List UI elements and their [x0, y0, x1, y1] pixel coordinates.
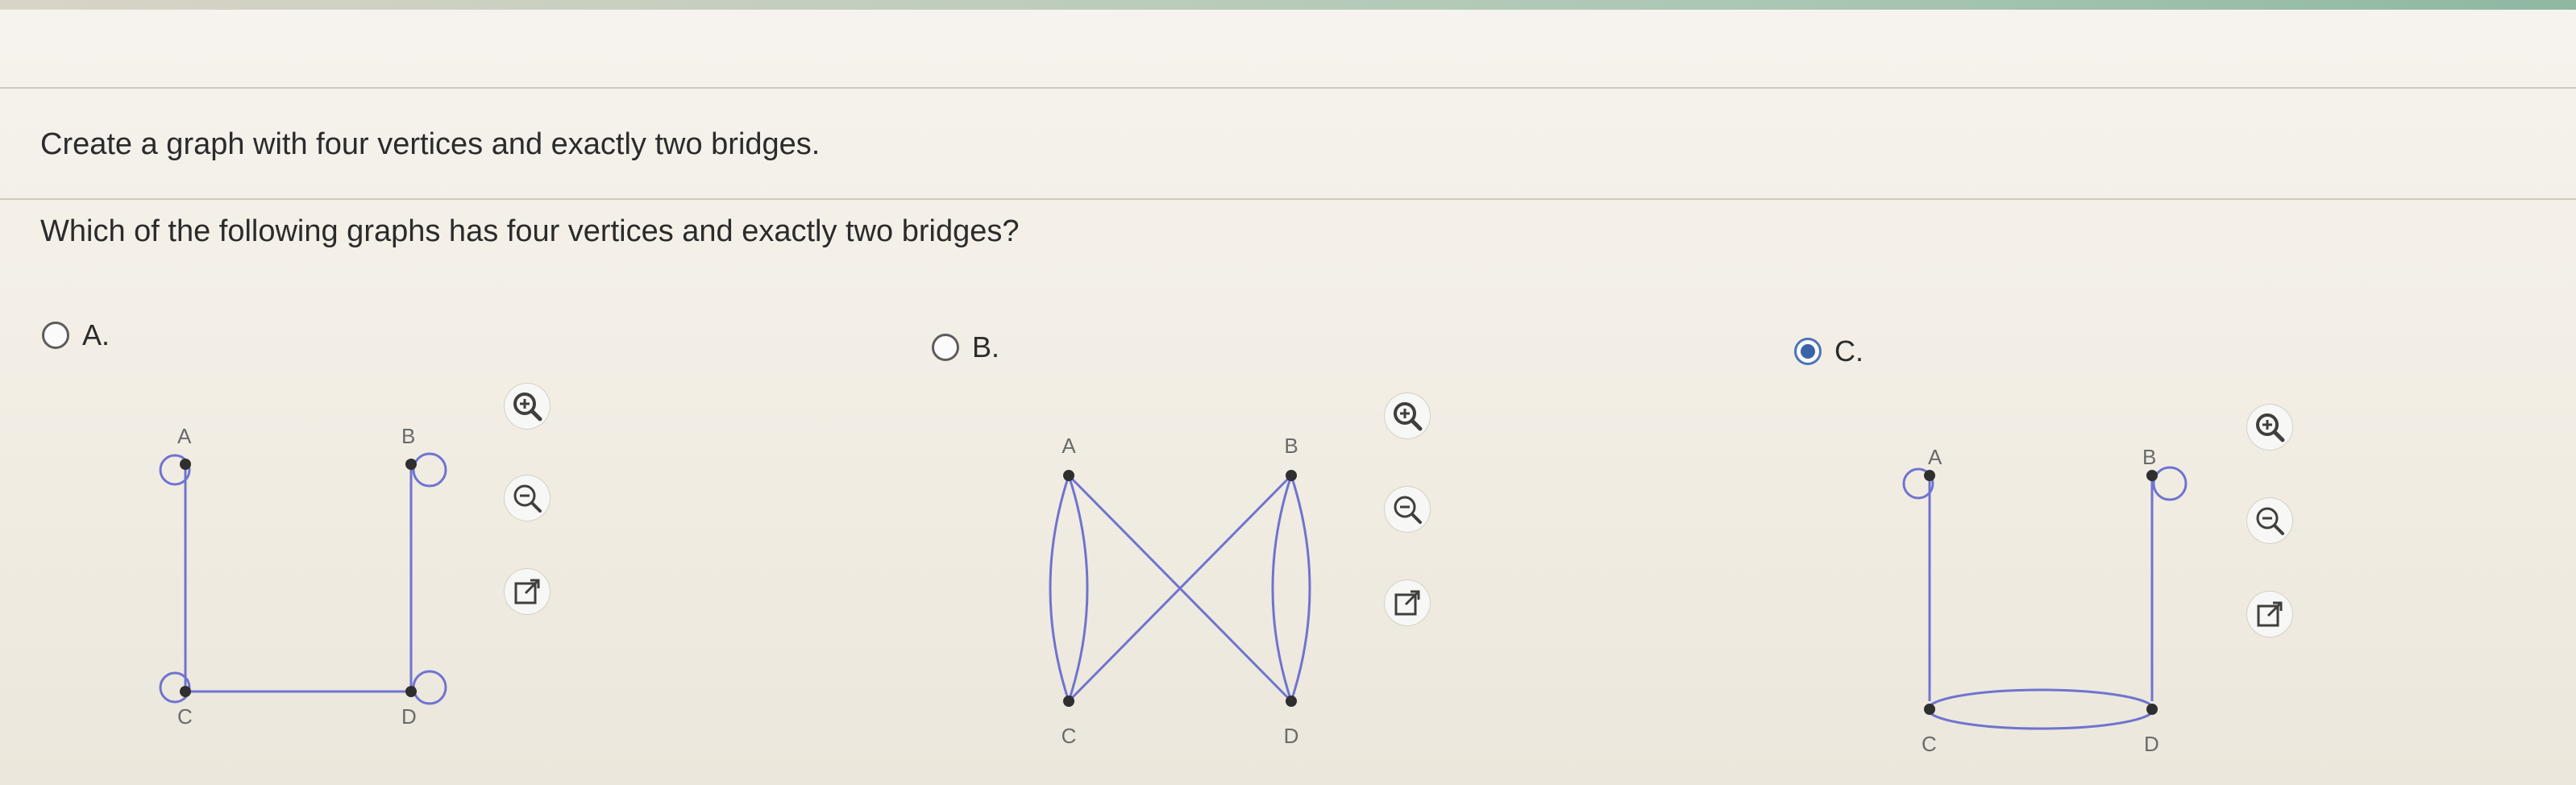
graph-c-label-c: C: [1922, 732, 1937, 756]
option-a[interactable]: A.: [42, 318, 110, 352]
option-c-popout-button[interactable]: [2247, 592, 2292, 637]
option-b-zoom-in-button[interactable]: [1385, 393, 1430, 438]
option-c-zoom-in-button[interactable]: [2247, 405, 2292, 450]
option-b-zoom-out-button[interactable]: [1385, 487, 1430, 532]
option-c-label: C.: [1834, 334, 1863, 368]
graph-a-vertex-a: [180, 459, 191, 470]
top-banner: [0, 0, 2576, 10]
graph-b-label-a: A: [1062, 434, 1076, 458]
zoom-in-icon: [513, 392, 542, 422]
option-a-radio[interactable]: [42, 322, 69, 349]
option-c-radio[interactable]: [1794, 338, 1822, 365]
graph-a-label-d: D: [401, 704, 417, 729]
divider-middle: [0, 198, 2576, 200]
graph-c-edge-cd-double: [1926, 688, 2155, 730]
graph-b-vertex-a: [1063, 470, 1074, 481]
graph-b-label-b: B: [1284, 434, 1298, 458]
option-a-zoom-out-button[interactable]: [505, 476, 550, 521]
graph-b-vertex-b: [1286, 470, 1297, 481]
graph-c-label-a: A: [1928, 445, 1942, 469]
option-a-label: A.: [82, 318, 110, 351]
graph-c: A B C D: [1902, 445, 2188, 756]
graph-c-vertex-b: [2146, 470, 2158, 481]
option-a-popout-button[interactable]: [505, 569, 550, 614]
option-b[interactable]: B.: [932, 330, 999, 364]
graph-a-label-a: A: [177, 424, 192, 448]
graph-a: A B C D: [159, 424, 447, 729]
popout-icon: [514, 579, 540, 604]
graph-b-edge-ac-1: [1049, 475, 1070, 702]
graph-b-label-c: C: [1062, 724, 1077, 748]
option-c[interactable]: C.: [1794, 334, 1863, 368]
question-title: Create a graph with four vertices and ex…: [40, 127, 821, 161]
popout-icon: [1394, 590, 1420, 616]
question-prompt: Which of the following graphs has four v…: [40, 214, 1020, 248]
graph-b-edge-bd-2: [1290, 475, 1311, 702]
option-a-zoom-in-button[interactable]: [505, 384, 550, 429]
option-c-zoom-out-button[interactable]: [2247, 498, 2292, 543]
option-b-popout-button[interactable]: [1385, 580, 1430, 625]
graph-b-edge-bd-1: [1271, 475, 1293, 702]
divider-top: [0, 87, 2576, 89]
zoom-in-icon: [2256, 413, 2285, 442]
graph-c-label-d: D: [2144, 732, 2159, 756]
graph-c-loop-b: [2152, 466, 2188, 501]
option-b-radio[interactable]: [932, 334, 959, 361]
zoom-out-icon: [2256, 507, 2284, 535]
graph-a-vertex-b: [405, 459, 417, 470]
graph-b: A B C D: [1049, 434, 1311, 748]
graph-b-vertex-d: [1286, 696, 1297, 707]
option-b-label: B.: [972, 330, 1000, 363]
graph-a-vertex-d: [405, 686, 417, 697]
graph-c-label-b: B: [2142, 445, 2156, 469]
graph-a-label-b: B: [401, 424, 415, 448]
zoom-out-icon: [1394, 496, 1422, 524]
graph-a-label-c: C: [177, 704, 193, 729]
graph-a-vertex-c: [180, 686, 191, 697]
zoom-in-icon: [1394, 402, 1423, 431]
graph-c-vertex-d: [2146, 704, 2158, 715]
graph-b-edge-ac-2: [1067, 475, 1089, 702]
graph-a-loop-b: [412, 452, 447, 488]
popout-icon: [2257, 601, 2283, 627]
graph-c-vertex-a: [1924, 470, 1935, 481]
graph-c-vertex-c: [1924, 704, 1935, 715]
graph-a-loop-d: [412, 670, 447, 705]
graph-b-label-d: D: [1284, 724, 1299, 748]
graph-b-vertex-c: [1063, 696, 1074, 707]
zoom-out-icon: [513, 484, 542, 513]
